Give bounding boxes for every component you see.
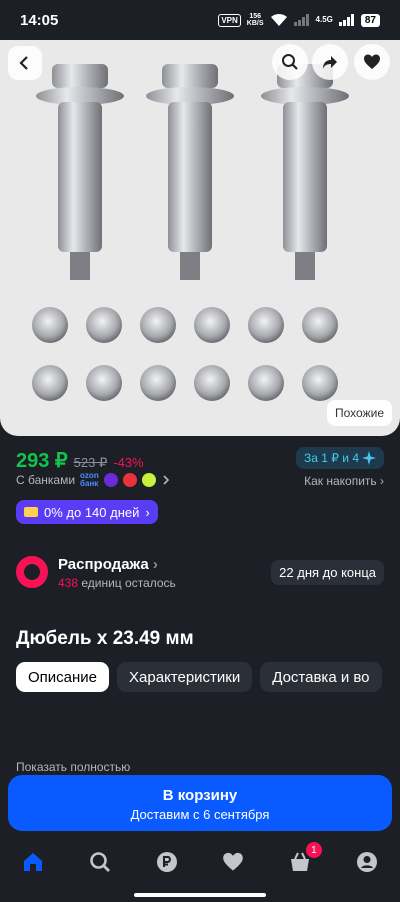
similar-products-button[interactable]: Похожие (327, 400, 392, 426)
anchor-bolts (36, 64, 349, 280)
vpn-indicator: VPN (218, 13, 241, 27)
sale-title: Распродажа › (58, 556, 158, 573)
favorite-button[interactable] (354, 44, 390, 80)
banks-label: С банками (16, 473, 76, 487)
product-title: Дюбель x 23.49 мм (16, 628, 194, 649)
speed-unit: KB/S (246, 20, 264, 27)
cart-count-badge: 1 (305, 842, 322, 858)
chevron-left-icon (19, 56, 28, 70)
product-tabs: Описание Характеристики Доставка и во (16, 662, 382, 692)
back-button[interactable] (8, 46, 42, 80)
chevron-right-icon: › (145, 504, 150, 520)
bank-logo-2 (122, 473, 137, 487)
ruble-icon (156, 852, 177, 872)
heart-icon (223, 852, 244, 871)
nav-home[interactable] (21, 850, 45, 874)
add-to-cart-button[interactable]: В корзину Доставим с 6 сентября (8, 775, 392, 831)
status-icons: VPN 156 KB/S 4.5G 87 (218, 13, 380, 27)
add-to-cart-label: В корзину (162, 787, 238, 804)
signal-icon (293, 14, 309, 26)
status-bar: 14:05 VPN 156 KB/S 4.5G 87 (0, 0, 400, 40)
chevron-right-icon: › (380, 474, 384, 488)
sparkle-icon (362, 451, 376, 465)
wifi-icon (270, 13, 287, 26)
tab-characteristics[interactable]: Характеристики (117, 662, 253, 692)
small-screws (32, 307, 338, 401)
sale-banner[interactable]: Распродажа › 438 единиц осталось 22 дня … (0, 544, 400, 602)
status-time: 14:05 (20, 11, 59, 29)
nav-cart[interactable]: 1 (288, 842, 322, 874)
sale-count: 438 (58, 576, 79, 590)
delivery-date: Доставим с 6 сентября (130, 807, 270, 822)
nav-search[interactable] (88, 850, 112, 874)
nav-favorites[interactable] (221, 850, 245, 874)
battery-level: 87 (360, 13, 380, 27)
profile-icon (356, 852, 377, 872)
current-price: 293 ₽ (16, 450, 68, 472)
product-image (32, 64, 349, 401)
share-icon (323, 56, 337, 69)
share-button[interactable] (312, 44, 348, 80)
tab-description[interactable]: Описание (16, 662, 110, 692)
heart-icon (364, 54, 380, 69)
nav-profile[interactable] (355, 850, 379, 874)
search-button[interactable] (272, 44, 308, 80)
sale-ring-icon (16, 556, 48, 588)
discount-percent: -43% (113, 455, 144, 470)
home-indicator (134, 893, 266, 897)
signal-icon-2 (338, 14, 354, 26)
points-badge[interactable]: За 1 ₽ и 4 (296, 447, 384, 469)
price-row: 293 ₽ 523 ₽ -43% (16, 448, 144, 473)
sale-days-left: 22 дня до конца (271, 560, 384, 585)
bank-logo-3 (141, 473, 156, 487)
tab-delivery[interactable]: Доставка и во (260, 662, 382, 692)
banks-row[interactable]: С банками ozon банк (16, 472, 171, 488)
ozon-bank-logo: ozon банк (80, 471, 99, 488)
card-icon (24, 507, 38, 517)
sale-remaining: 438 единиц осталось (58, 576, 176, 590)
price-section: 293 ₽ 523 ₽ -43% За 1 ₽ и 4 С банками oz… (0, 436, 400, 536)
show-all-link[interactable]: Показать полностью (16, 760, 130, 774)
points-label: За 1 ₽ и 4 (304, 451, 359, 465)
old-price: 523 ₽ (73, 455, 108, 470)
nav-ruble[interactable] (155, 850, 179, 874)
bank-logo-1 (103, 473, 118, 487)
home-icon (24, 853, 43, 871)
network-speed: 156 KB/S (247, 13, 264, 27)
installment-label: 0% до 140 дней (44, 504, 140, 520)
search-icon (282, 54, 298, 70)
installment-button[interactable]: 0% до 140 дней › (16, 500, 158, 524)
how-to-save-link[interactable]: Как накопить › (304, 474, 384, 488)
product-image-gallery[interactable]: Похожие (0, 40, 400, 436)
network-type: 4.5G (315, 15, 333, 24)
search-icon (90, 852, 110, 872)
speed-value: 156 (249, 13, 261, 20)
chevron-right-icon (163, 475, 169, 485)
